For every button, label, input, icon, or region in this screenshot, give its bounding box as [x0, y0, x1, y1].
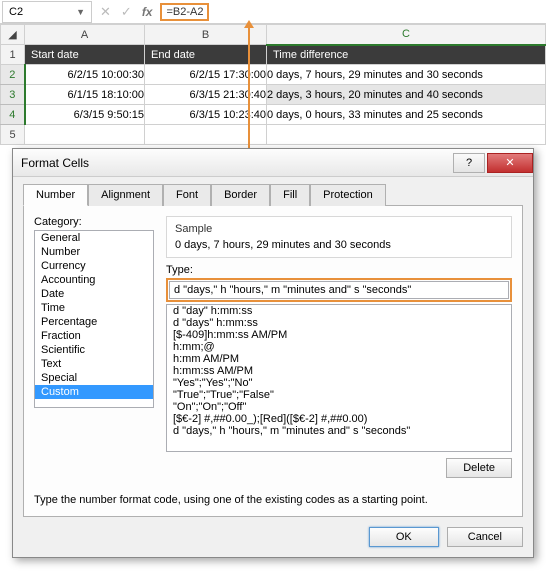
select-all[interactable]: ◢: [1, 25, 25, 45]
category-item[interactable]: Text: [35, 357, 153, 371]
category-label: Category:: [34, 216, 154, 228]
cell-C5[interactable]: [267, 125, 546, 145]
row-header-1[interactable]: 1: [1, 45, 25, 65]
col-header-A[interactable]: A: [25, 25, 145, 45]
formula-bar: C2 ▼ ✕ ✓ fx =B2-A2: [0, 0, 546, 24]
tab-fill[interactable]: Fill: [270, 184, 310, 206]
type-item[interactable]: "On";"On";"Off": [167, 401, 511, 413]
type-item[interactable]: [$€-2] #,##0.00_);[Red]([$€-2] #,##0.00): [167, 413, 511, 425]
type-item[interactable]: d "days" h:mm:ss: [167, 317, 511, 329]
enter-icon[interactable]: ✓: [121, 4, 132, 20]
dialog-tabs: Number Alignment Font Border Fill Protec…: [23, 183, 523, 206]
type-item[interactable]: [$-409]h:mm:ss AM/PM: [167, 329, 511, 341]
category-item[interactable]: Date: [35, 287, 153, 301]
category-item[interactable]: Accounting: [35, 273, 153, 287]
type-item[interactable]: "Yes";"Yes";"No": [167, 377, 511, 389]
category-item[interactable]: Currency: [35, 259, 153, 273]
tab-border[interactable]: Border: [211, 184, 270, 206]
category-item[interactable]: Time: [35, 301, 153, 315]
cell-B3[interactable]: 6/3/15 21:30:40: [145, 85, 267, 105]
sample-value: 0 days, 7 hours, 29 minutes and 30 secon…: [175, 239, 503, 251]
type-item[interactable]: h:mm;@: [167, 341, 511, 353]
cancel-icon[interactable]: ✕: [100, 4, 111, 20]
type-list[interactable]: d "day" h:mm:ss d "days" h:mm:ss [$-409]…: [166, 304, 512, 452]
format-cells-dialog: Format Cells ? ✕ Number Alignment Font B…: [12, 148, 534, 558]
cell-C2[interactable]: 0 days, 7 hours, 29 minutes and 30 secon…: [267, 65, 546, 85]
cancel-button[interactable]: Cancel: [447, 527, 523, 547]
cell-B1[interactable]: End date: [145, 45, 267, 65]
cell-A5[interactable]: [25, 125, 145, 145]
sample-box: Sample 0 days, 7 hours, 29 minutes and 3…: [166, 216, 512, 258]
dialog-title: Format Cells: [21, 156, 89, 170]
type-input[interactable]: [169, 281, 509, 299]
category-item[interactable]: Percentage: [35, 315, 153, 329]
spreadsheet-grid[interactable]: ◢ A B C 1 Start date End date Time diffe…: [0, 24, 546, 145]
cell-C1[interactable]: Time difference: [267, 45, 546, 65]
cell-A1[interactable]: Start date: [25, 45, 145, 65]
help-button[interactable]: ?: [453, 153, 485, 173]
fx-icon[interactable]: fx: [142, 5, 153, 19]
chevron-down-icon[interactable]: ▼: [76, 7, 85, 17]
category-item[interactable]: General: [35, 231, 153, 245]
row-header-2[interactable]: 2: [1, 65, 25, 85]
category-item-selected[interactable]: Custom: [35, 385, 153, 399]
hint-text: Type the number format code, using one o…: [34, 494, 512, 506]
type-item[interactable]: h:mm AM/PM: [167, 353, 511, 365]
dialog-titlebar[interactable]: Format Cells ? ✕: [13, 149, 533, 177]
cell-B5[interactable]: [145, 125, 267, 145]
type-item[interactable]: "True";"True";"False": [167, 389, 511, 401]
type-item[interactable]: d "days," h "hours," m "minutes and" s "…: [167, 425, 511, 437]
formula-bar-icons: ✕ ✓ fx: [92, 4, 160, 20]
row-header-5[interactable]: 5: [1, 125, 25, 145]
row-header-3[interactable]: 3: [1, 85, 25, 105]
close-button[interactable]: ✕: [487, 153, 533, 173]
cell-A4[interactable]: 6/3/15 9:50:15: [25, 105, 145, 125]
ok-button[interactable]: OK: [369, 527, 439, 547]
category-item[interactable]: Scientific: [35, 343, 153, 357]
sample-label: Sample: [175, 223, 503, 235]
tab-protection[interactable]: Protection: [310, 184, 386, 206]
cell-B4[interactable]: 6/3/15 10:23:40: [145, 105, 267, 125]
type-label: Type:: [166, 264, 512, 276]
col-header-B[interactable]: B: [145, 25, 267, 45]
name-box[interactable]: C2 ▼: [2, 1, 92, 23]
cell-reference: C2: [9, 6, 23, 18]
category-item[interactable]: Fraction: [35, 329, 153, 343]
tab-number[interactable]: Number: [23, 184, 88, 206]
type-item[interactable]: h:mm:ss AM/PM: [167, 365, 511, 377]
cell-A2[interactable]: 6/2/15 10:00:30: [25, 65, 145, 85]
category-item[interactable]: Number: [35, 245, 153, 259]
formula-input[interactable]: =B2-A2: [160, 3, 209, 21]
tab-alignment[interactable]: Alignment: [88, 184, 163, 206]
row-header-4[interactable]: 4: [1, 105, 25, 125]
cell-A3[interactable]: 6/1/15 18:10:00: [25, 85, 145, 105]
cell-B2[interactable]: 6/2/15 17:30:00: [145, 65, 267, 85]
col-header-C[interactable]: C: [267, 25, 546, 45]
category-list[interactable]: General Number Currency Accounting Date …: [34, 230, 154, 408]
cell-C4[interactable]: 0 days, 0 hours, 33 minutes and 25 secon…: [267, 105, 546, 125]
category-item[interactable]: Special: [35, 371, 153, 385]
tab-font[interactable]: Font: [163, 184, 211, 206]
type-item[interactable]: d "day" h:mm:ss: [167, 305, 511, 317]
cell-C3[interactable]: 2 days, 3 hours, 20 minutes and 40 secon…: [267, 85, 546, 105]
delete-button[interactable]: Delete: [446, 458, 512, 478]
